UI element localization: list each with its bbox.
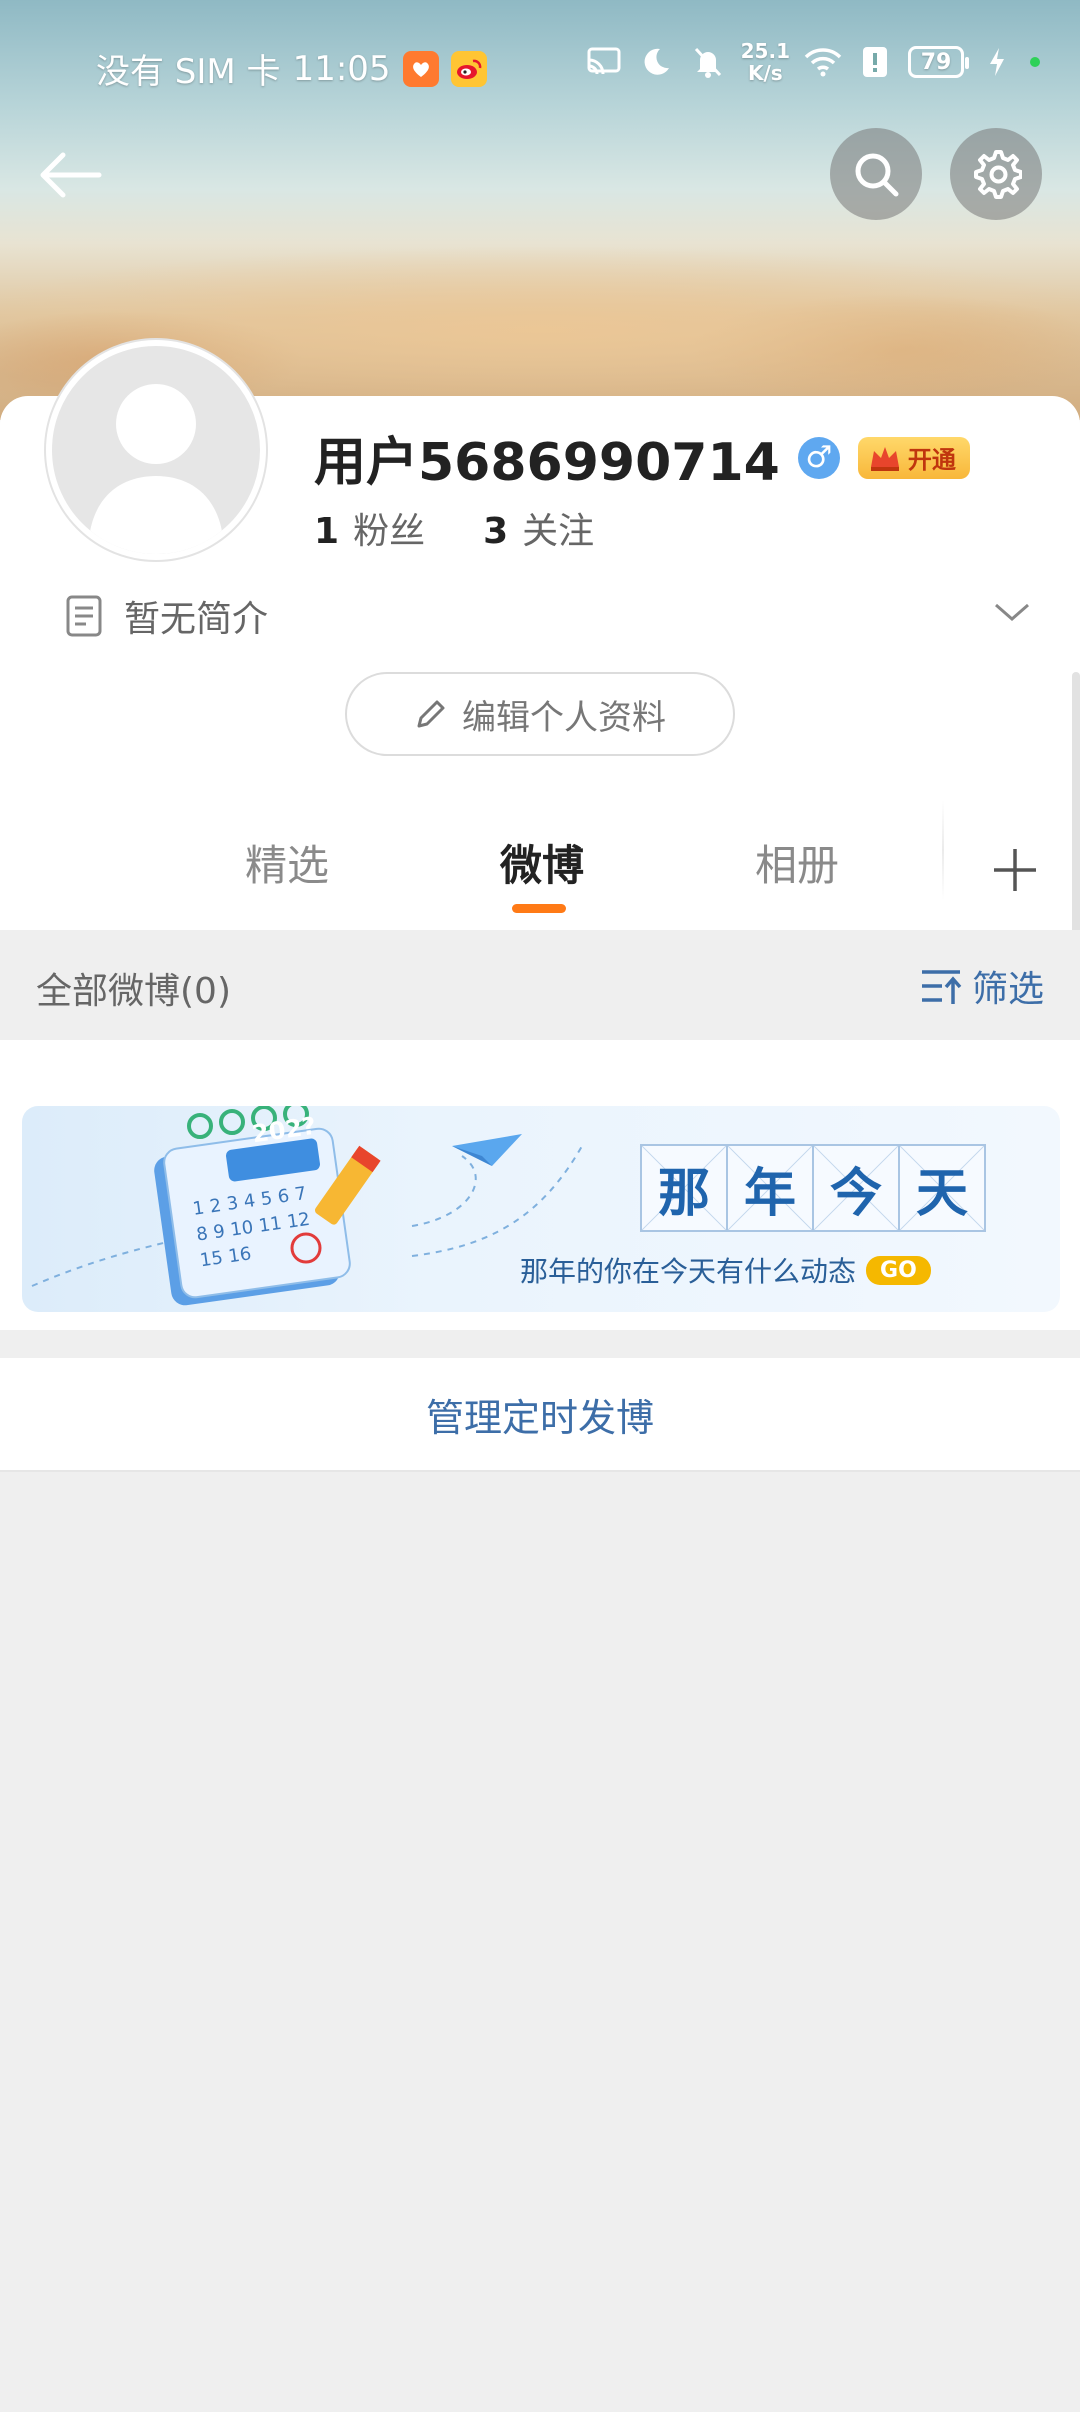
tab-weibo[interactable]: 微博 [500, 832, 584, 893]
weibo-notification-icon [450, 50, 487, 87]
followers-count: 1 [314, 511, 340, 552]
following-count: 3 [483, 511, 509, 552]
banner-title-char-2: 年 [726, 1144, 814, 1232]
go-button[interactable]: GO [866, 1255, 931, 1285]
username-row: 用户5686990714 ♂ 开通 [314, 420, 970, 495]
all-posts-count: 全部微博(0) [36, 971, 231, 1012]
avatar[interactable] [46, 340, 266, 560]
notification-app-icon [402, 50, 439, 87]
manage-scheduled-label: 管理定时发博 [425, 1395, 654, 1440]
banner-section: 1 2 3 4 5 6 7 8 9 10 11 12 15 16 202? 那 … [0, 1040, 1080, 1330]
followers-label: 粉丝 [353, 511, 426, 552]
search-icon [855, 153, 899, 197]
privacy-indicator-dot [1030, 57, 1040, 67]
battery-indicator: 79 [908, 46, 969, 78]
status-bar-right: 25.1 K/s 79 [585, 40, 1040, 84]
arrow-left-icon [40, 152, 102, 198]
back-button[interactable] [36, 140, 106, 210]
document-icon [66, 595, 102, 637]
filter-label: 筛选 [971, 969, 1044, 1010]
filter-sort-icon [921, 970, 962, 1004]
crown-icon [870, 446, 899, 471]
banner-title: 那 年 今 天 [640, 1144, 986, 1232]
tab-divider [942, 800, 944, 900]
charging-icon [978, 43, 1016, 81]
default-avatar-icon [88, 384, 224, 554]
gear-icon [974, 150, 1022, 199]
mute-bell-icon [689, 43, 727, 81]
on-this-day-banner[interactable]: 1 2 3 4 5 6 7 8 9 10 11 12 15 16 202? 那 … [22, 1106, 1060, 1312]
edit-profile-label: 编辑个人资料 [462, 697, 666, 738]
male-gender-icon: ♂ [797, 436, 840, 479]
vip-label: 开通 [907, 446, 956, 474]
banner-title-char-1: 那 [640, 1144, 728, 1232]
status-bar-left: 没有 SIM 卡 11:05 [96, 44, 487, 93]
banner-subtitle: 那年的你在今天有什么动态 [520, 1255, 857, 1288]
manage-scheduled-posts-button[interactable]: 管理定时发博 [0, 1358, 1080, 1472]
alert-icon [856, 43, 894, 81]
wifi-icon [804, 43, 842, 81]
following-label: 关注 [522, 511, 595, 552]
active-tab-indicator [512, 904, 566, 913]
pencil-icon [417, 700, 445, 728]
banner-title-char-3: 今 [812, 1144, 900, 1232]
cast-icon [585, 43, 623, 81]
banner-subtitle-row: 那年的你在今天有什么动态 GO [520, 1250, 931, 1290]
expand-bio-button[interactable] [992, 600, 1032, 628]
chevron-down-icon [995, 603, 1029, 621]
following-stat[interactable]: 3 关注 [483, 502, 594, 554]
stats-row: 1 粉丝 3 关注 [314, 502, 594, 554]
bio-row[interactable]: 暂无简介 [64, 588, 1044, 644]
carrier-text: 没有 SIM 卡 [96, 52, 281, 92]
moon-icon [637, 43, 675, 81]
add-tab-button[interactable] [985, 840, 1045, 900]
net-speed-unit: K/s [747, 61, 783, 85]
settings-button[interactable] [950, 128, 1042, 220]
filter-button[interactable]: 筛选 [920, 960, 1044, 1012]
net-speed: 25.1 K/s [741, 40, 790, 84]
clock: 11:05 [292, 48, 391, 89]
banner-title-char-4: 天 [898, 1144, 986, 1232]
tab-featured[interactable]: 精选 [245, 832, 329, 893]
bio-text: 暂无简介 [124, 599, 269, 640]
followers-stat[interactable]: 1 粉丝 [314, 502, 425, 554]
status-bar: 没有 SIM 卡 11:05 25.1 K/s 79 [0, 0, 1080, 130]
search-button[interactable] [830, 128, 922, 220]
feed-header: 全部微博(0) 筛选 [0, 930, 1080, 1040]
edit-profile-button[interactable]: 编辑个人资料 [345, 672, 735, 756]
profile-tabs: 精选 微博 相册 [0, 800, 1080, 928]
tab-album[interactable]: 相册 [755, 832, 839, 893]
username: 用户5686990714 [314, 433, 780, 493]
plus-icon [994, 849, 1036, 891]
net-speed-value: 25.1 [740, 39, 790, 63]
battery-level: 79 [920, 49, 952, 75]
scrollbar[interactable] [1072, 672, 1080, 942]
vip-open-badge[interactable]: 开通 [857, 436, 970, 479]
